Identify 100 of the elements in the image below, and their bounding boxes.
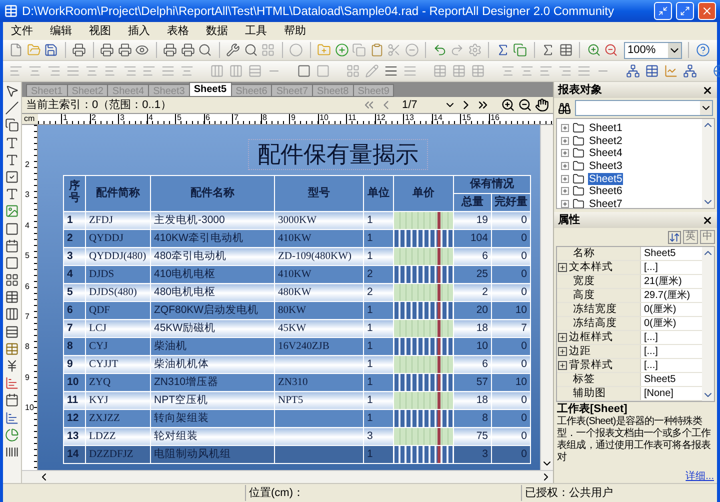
table-cell: 0 bbox=[492, 356, 530, 374]
table-cell: 18 bbox=[454, 392, 492, 410]
window-title: D:\WorkRoom\Project\Delphi\ReportAll\Test\HTML\Dataload\Sample04.rad - ReportAll Designer 2.0 Community bbox=[22, 3, 616, 20]
property-name: 宽度 bbox=[572, 274, 595, 289]
tree-item[interactable]: Sheet6 bbox=[588, 185, 624, 198]
ruler-label: 3 bbox=[118, 114, 146, 124]
report-title[interactable]: 配件保有量揭示 bbox=[248, 139, 428, 170]
details-link[interactable]: 详细... bbox=[686, 471, 714, 483]
page-dropdown[interactable]: 1/7 bbox=[396, 98, 456, 112]
ruler-label: 3 bbox=[24, 191, 30, 202]
table-cell: 0 bbox=[492, 230, 530, 248]
property-name: 冻结高度 bbox=[572, 316, 617, 331]
column-header: 保有情况 bbox=[454, 176, 530, 194]
property-value[interactable]: 0(厘米) bbox=[641, 317, 702, 330]
menu-item[interactable]: 数据 bbox=[206, 22, 228, 40]
property-value[interactable]: [...] bbox=[641, 359, 702, 372]
property-name: 标签 bbox=[572, 372, 595, 387]
table-cell: QDF bbox=[86, 302, 150, 320]
table-cell: 柴油机 bbox=[150, 338, 274, 356]
sort-button[interactable]: 中 bbox=[700, 230, 715, 244]
property-name: 边距 bbox=[569, 344, 591, 359]
property-value[interactable]: 0(厘米) bbox=[641, 303, 702, 316]
column-header: 序号 bbox=[64, 176, 86, 212]
table-cell: 7 bbox=[492, 320, 530, 338]
table-cell: 6 bbox=[64, 302, 86, 320]
menu-item[interactable]: 表格 bbox=[167, 22, 189, 40]
ruler-label: 11 bbox=[346, 114, 374, 124]
property-value[interactable]: [...] bbox=[641, 345, 702, 358]
table-cell: 1 bbox=[364, 446, 394, 464]
ruler-label: 5 bbox=[175, 114, 204, 124]
table-cell: 1 bbox=[64, 212, 86, 230]
property-name: 背景样式 bbox=[569, 358, 613, 373]
table-cell: 45KW励磁机 bbox=[150, 320, 274, 338]
table-cell: 11 bbox=[64, 392, 86, 410]
table-cell: NPT空压机 bbox=[150, 392, 274, 410]
table-cell: ZYQ bbox=[86, 374, 150, 392]
zoom-dropdown[interactable]: 100% bbox=[624, 42, 682, 58]
tree-item[interactable]: Sheet5 bbox=[588, 172, 624, 185]
ruler-label: 12 bbox=[374, 114, 403, 124]
sheet-tab[interactable]: Sheet5 bbox=[188, 82, 232, 97]
table-cell: 10 bbox=[492, 302, 530, 320]
table-cell: 10 bbox=[492, 374, 530, 392]
ruler-label: 8 bbox=[24, 343, 30, 354]
column-header: 完好量 bbox=[492, 194, 530, 212]
tree-item[interactable]: Sheet2 bbox=[588, 134, 624, 147]
property-value[interactable]: Sheet5 bbox=[641, 373, 702, 386]
table-cell: 13 bbox=[64, 428, 86, 446]
menu-item[interactable]: 工具 bbox=[245, 22, 267, 40]
table-cell: 25 bbox=[454, 266, 492, 284]
tree-item[interactable]: Sheet1 bbox=[588, 122, 624, 134]
property-value[interactable]: [...] bbox=[641, 261, 702, 274]
property-name: 名称 bbox=[572, 246, 595, 261]
table-cell: 0 bbox=[492, 338, 530, 356]
table-cell: 1 bbox=[364, 302, 394, 320]
table-cell: DJDS bbox=[86, 266, 150, 284]
table-cell: 3 bbox=[454, 446, 492, 464]
menu-item[interactable]: 视图 bbox=[89, 22, 111, 40]
menu-item[interactable]: 帮助 bbox=[284, 22, 306, 40]
tree-item[interactable]: Sheet7 bbox=[588, 198, 624, 208]
ruler-label: 6 bbox=[24, 282, 30, 293]
table-cell: 1 bbox=[364, 374, 394, 392]
ruler-label: 10 bbox=[318, 114, 346, 124]
table-cell: 410电机电枢 bbox=[150, 266, 274, 284]
property-value[interactable]: [...] bbox=[641, 331, 702, 344]
table-cell: 20 bbox=[454, 302, 492, 320]
tree-item[interactable]: Sheet4 bbox=[588, 147, 624, 160]
ruler-label: 13 bbox=[403, 114, 432, 124]
ruler-label: 1 bbox=[61, 114, 90, 124]
table-cell: 轮对组装 bbox=[150, 428, 274, 446]
property-value[interactable]: 29.7(厘米) bbox=[641, 289, 702, 302]
menu-item[interactable]: 编辑 bbox=[50, 22, 72, 40]
table-cell: ZXJZZ bbox=[86, 410, 150, 428]
table-cell: LDZZ bbox=[86, 428, 150, 446]
property-name: 边框样式 bbox=[569, 330, 613, 345]
property-value[interactable]: Sheet5 bbox=[641, 247, 702, 260]
tree-item[interactable]: Sheet3 bbox=[588, 160, 624, 172]
index-label: 当前主索引：0（范围：0..1） bbox=[26, 98, 172, 113]
column-header: 总量 bbox=[454, 194, 492, 212]
table-cell: 0 bbox=[492, 410, 530, 428]
property-value[interactable]: 21(厘米) bbox=[641, 275, 702, 288]
ruler-label: 5 bbox=[24, 252, 30, 262]
table-cell: 2 bbox=[364, 266, 394, 284]
table-cell: 57 bbox=[454, 374, 492, 392]
property-value[interactable]: [None] bbox=[641, 387, 702, 400]
table-cell: 主发电机-3000 bbox=[150, 212, 274, 230]
menu-item[interactable]: 文件 bbox=[11, 22, 33, 40]
table-cell: 410KW bbox=[274, 266, 364, 284]
table-cell: CYJ bbox=[86, 338, 150, 356]
table-cell: 2 bbox=[64, 230, 86, 248]
table-cell: 2 bbox=[364, 284, 394, 302]
ruler-label: 4 bbox=[146, 114, 175, 124]
table-cell: 8 bbox=[64, 338, 86, 356]
table-cell: 10 bbox=[454, 338, 492, 356]
menu-item[interactable]: 插入 bbox=[128, 22, 150, 40]
sort-button[interactable]: 英 bbox=[683, 230, 698, 244]
table-cell: ZQF80KW启动发电机 bbox=[150, 302, 274, 320]
table-cell: 1 bbox=[364, 212, 394, 230]
table-cell: 1 bbox=[364, 338, 394, 356]
table-cell: 4 bbox=[64, 266, 86, 284]
ruler-label: 14 bbox=[432, 114, 460, 124]
